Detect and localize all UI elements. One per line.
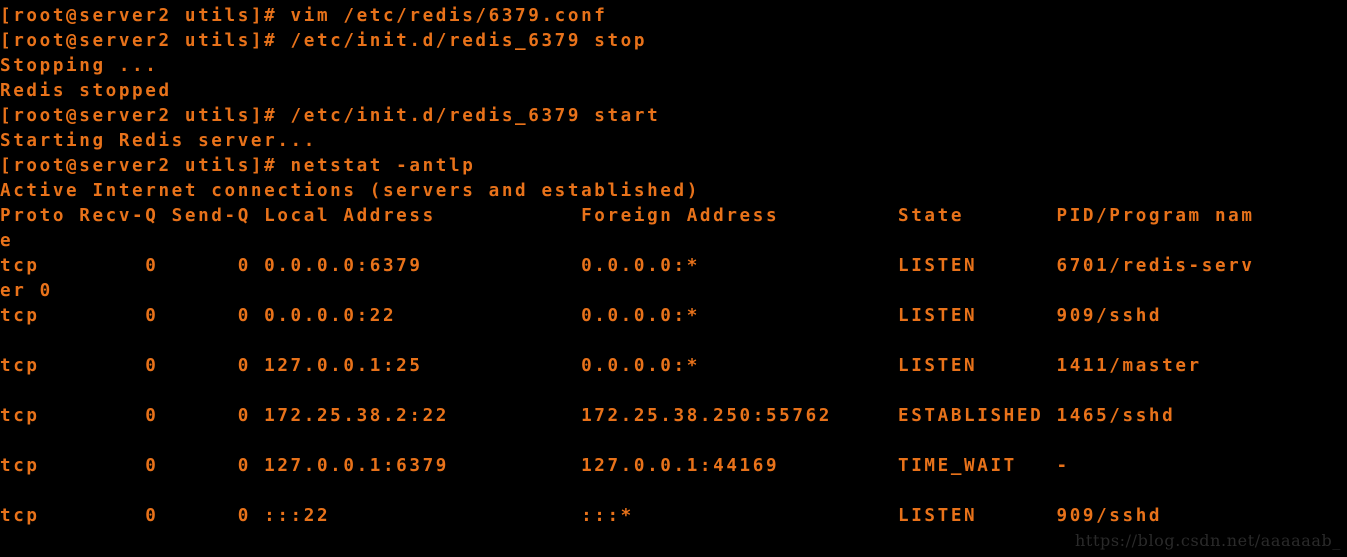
netstat-banner: Active Internet connections (servers and… <box>0 181 700 201</box>
terminal-line: Redis stopped <box>0 81 172 101</box>
netstat-row: tcp 0 0 127.0.0.1:25 0.0.0.0:* LISTEN 14… <box>0 356 1202 376</box>
netstat-row: tcp 0 0 172.25.38.2:22 172.25.38.250:557… <box>0 406 1176 426</box>
netstat-row: tcp 0 0 0.0.0.0:22 0.0.0.0:* LISTEN 909/… <box>0 306 1163 326</box>
netstat-row: tcp 0 0 127.0.0.1:6379 127.0.0.1:44169 T… <box>0 456 1070 476</box>
netstat-row: tcp 0 0 :::22 :::* LISTEN 909/sshd <box>0 506 1163 526</box>
watermark-text: https://blog.csdn.net/aaaaaab_ <box>1075 531 1341 550</box>
terminal-line: [root@server2 utils]# vim /etc/redis/637… <box>0 6 608 26</box>
terminal-window[interactable]: [root@server2 utils]# vim /etc/redis/637… <box>0 0 1347 557</box>
netstat-header-row: Proto Recv-Q Send-Q Local Address Foreig… <box>0 206 1255 226</box>
terminal-line: Starting Redis server... <box>0 131 317 151</box>
netstat-row-wrap: er 0 <box>0 281 53 301</box>
terminal-screen[interactable]: [root@server2 utils]# vim /etc/redis/637… <box>0 4 1347 529</box>
netstat-row: tcp 0 0 0.0.0.0:6379 0.0.0.0:* LISTEN 67… <box>0 256 1255 276</box>
terminal-line: [root@server2 utils]# netstat -antlp <box>0 156 476 176</box>
terminal-line: [root@server2 utils]# /etc/init.d/redis_… <box>0 31 648 51</box>
terminal-line: [root@server2 utils]# /etc/init.d/redis_… <box>0 106 661 126</box>
terminal-line: Stopping ... <box>0 56 159 76</box>
netstat-header-row-wrap: e <box>0 231 14 251</box>
